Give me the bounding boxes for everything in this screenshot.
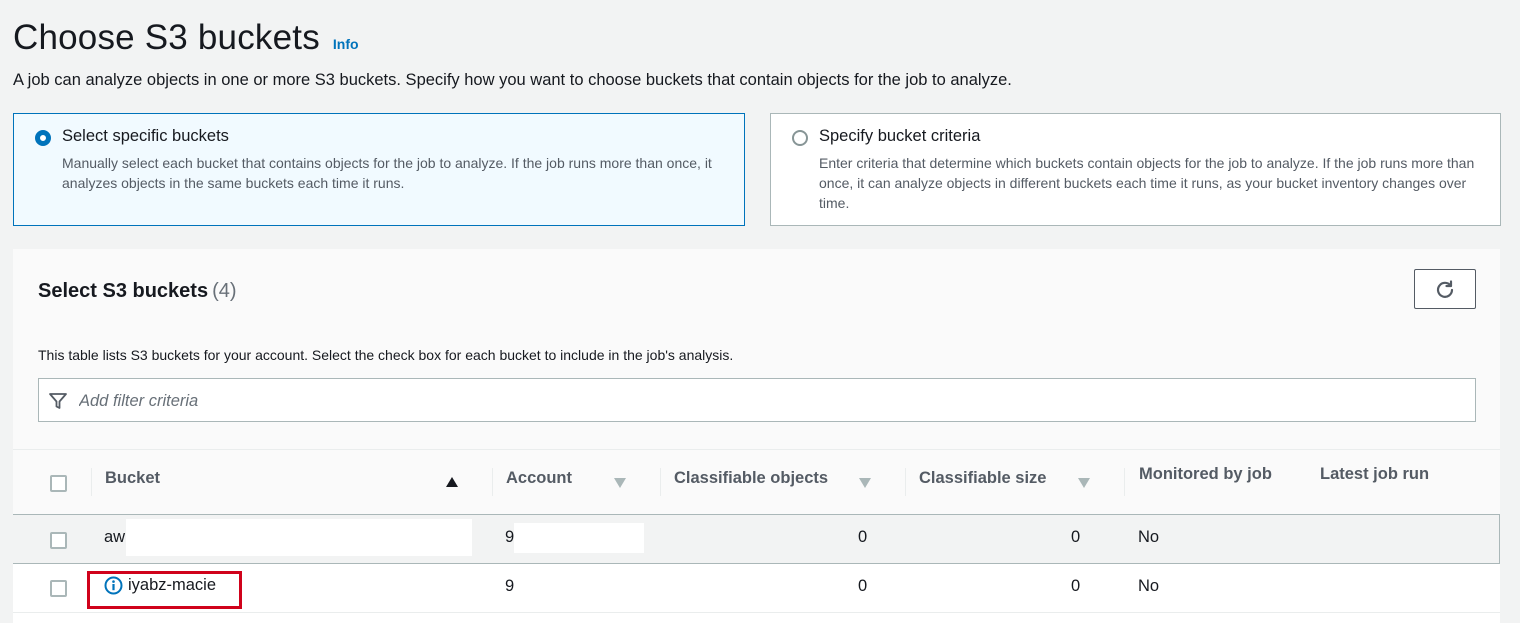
account-id: 9 — [505, 577, 515, 595]
info-link[interactable]: Info — [333, 36, 359, 52]
sort-descending-icon[interactable] — [859, 478, 871, 488]
account-id: 9 — [505, 528, 515, 546]
filter-icon — [49, 393, 67, 409]
sort-descending-icon[interactable] — [1078, 478, 1090, 488]
table-title: Select S3 buckets (4) — [38, 280, 237, 303]
refresh-icon — [1436, 280, 1454, 298]
table-row[interactable]: iyabz-macie 9 0 0 No — [13, 564, 1500, 613]
tile-select-specific-buckets[interactable]: Select specific buckets Manually select … — [13, 113, 745, 226]
column-header-account[interactable]: Account — [506, 469, 572, 488]
bucket-table: Bucket Account Classifiable objects Clas… — [13, 449, 1500, 623]
refresh-button[interactable] — [1414, 269, 1476, 309]
column-header-classifiable-size[interactable]: Classifiable size — [919, 469, 1046, 488]
sort-ascending-icon[interactable] — [446, 477, 458, 487]
info-icon[interactable] — [104, 576, 123, 595]
column-divider — [1124, 468, 1125, 496]
page: Choose S3 buckets Info A job can analyze… — [0, 0, 1520, 623]
tile-label: Specify bucket criteria — [819, 127, 981, 145]
monitored-by-job: No — [1138, 577, 1160, 595]
radio-select-specific-buckets[interactable] — [35, 130, 51, 146]
classifiable-objects: 0 — [858, 577, 868, 595]
monitored-by-job: No — [1138, 528, 1160, 546]
redacted-region — [126, 519, 472, 556]
title-row: Choose S3 buckets Info — [13, 18, 359, 58]
bucket-name[interactable]: aw — [104, 528, 125, 547]
tile-label: Select specific buckets — [62, 127, 229, 145]
column-header-bucket[interactable]: Bucket — [105, 469, 160, 488]
redacted-region — [514, 523, 644, 553]
tile-specify-bucket-criteria[interactable]: Specify bucket criteria Enter criteria t… — [770, 113, 1501, 226]
column-divider — [905, 468, 906, 496]
table-header: Bucket Account Classifiable objects Clas… — [13, 449, 1500, 514]
tile-description: Manually select each bucket that contain… — [62, 155, 712, 191]
column-header-classifiable-objects[interactable]: Classifiable objects — [674, 469, 828, 488]
column-header-latest-job-run[interactable]: Latest job run — [1320, 465, 1429, 484]
column-divider — [91, 468, 92, 496]
filter-field[interactable] — [38, 378, 1476, 423]
row-checkbox[interactable] — [50, 580, 67, 597]
classifiable-size: 0 — [1071, 577, 1081, 595]
sort-descending-icon[interactable] — [614, 478, 626, 488]
bucket-count: (4) — [212, 280, 237, 302]
page-description: A job can analyze objects in one or more… — [13, 71, 1012, 89]
filter-input[interactable] — [77, 379, 1461, 423]
classifiable-objects: 0 — [858, 528, 868, 546]
bucket-table-panel: Select S3 buckets (4) This table lists S3… — [13, 249, 1500, 623]
row-checkbox[interactable] — [50, 532, 67, 549]
radio-specify-bucket-criteria[interactable] — [792, 130, 808, 146]
bucket-name[interactable]: iyabz-macie — [128, 576, 216, 595]
classifiable-size: 0 — [1071, 528, 1081, 546]
tile-description: Enter criteria that determine which buck… — [819, 155, 1475, 211]
table-title-text: Select S3 buckets — [38, 280, 209, 302]
column-header-monitored-by-job[interactable]: Monitored by job — [1139, 465, 1272, 484]
page-title: Choose S3 buckets — [13, 18, 320, 57]
column-divider — [660, 468, 661, 496]
column-divider — [492, 468, 493, 496]
bucket-link[interactable]: iyabz-macie — [104, 576, 216, 595]
select-all-checkbox[interactable] — [50, 475, 67, 492]
table-description: This table lists S3 buckets for your acc… — [38, 347, 734, 363]
table-row[interactable]: aw 9 0 0 No — [13, 514, 1500, 564]
